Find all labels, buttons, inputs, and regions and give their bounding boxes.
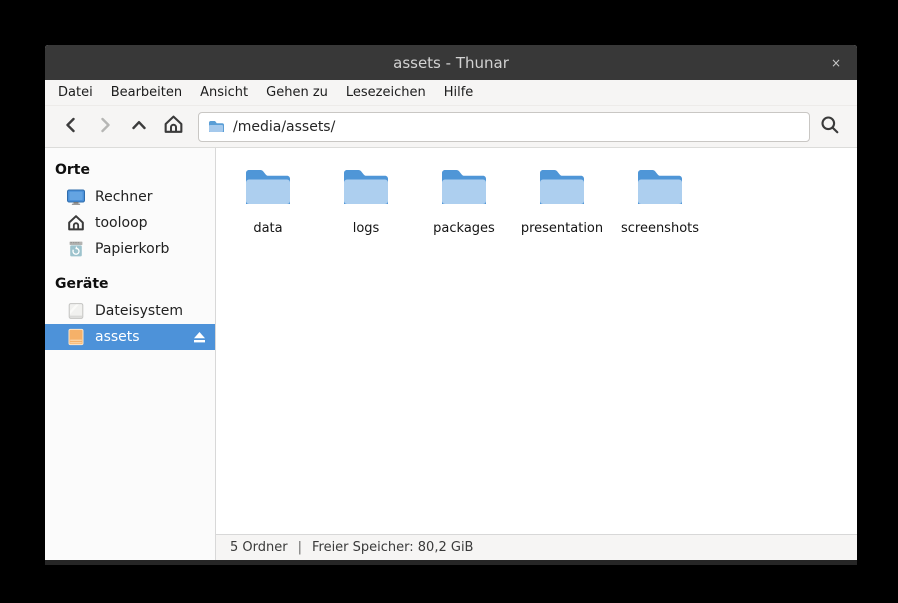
sidebar-item-rechner[interactable]: Rechner [45, 184, 215, 210]
path-bar[interactable]: /media/assets/ [198, 112, 810, 142]
folder-label: presentation [521, 221, 603, 236]
sidebar-item-label: assets [95, 329, 140, 345]
status-free-space: Freier Speicher: 80,2 GiB [312, 540, 473, 555]
forward-button[interactable] [88, 111, 122, 143]
sidebar-item-label: Rechner [95, 189, 153, 205]
menu-gehen-zu[interactable]: Gehen zu [257, 81, 337, 104]
status-bar: 5 Ordner | Freier Speicher: 80,2 GiB [216, 534, 857, 560]
folder-item-logs[interactable]: logs [317, 163, 415, 236]
folder-small-icon [208, 119, 224, 134]
window-body: Orte Rechner [45, 148, 857, 560]
status-folder-count: 5 Ordner [230, 540, 288, 555]
home-icon [66, 213, 86, 233]
menu-ansicht[interactable]: Ansicht [191, 81, 257, 104]
folder-item-packages[interactable]: packages [415, 163, 513, 236]
folder-label: packages [433, 221, 495, 236]
up-icon [129, 115, 149, 139]
menu-lesezeichen[interactable]: Lesezeichen [337, 81, 435, 104]
file-view[interactable]: data logs [216, 148, 857, 534]
path-text[interactable]: /media/assets/ [233, 119, 335, 135]
home-button[interactable] [156, 111, 190, 143]
window-title: assets - Thunar [393, 54, 509, 72]
folder-label: screenshots [621, 221, 699, 236]
home-icon [162, 113, 185, 140]
up-button[interactable] [122, 111, 156, 143]
sidebar-item-papierkorb[interactable]: Papierkorb [45, 236, 215, 262]
folder-icon [341, 165, 391, 211]
close-icon[interactable]: × [825, 45, 847, 80]
sidebar-item-label: Dateisystem [95, 303, 183, 319]
toolbar: /media/assets/ [45, 106, 857, 148]
menu-bearbeiten[interactable]: Bearbeiten [102, 81, 191, 104]
sidebar-section-geraete: Geräte [45, 269, 215, 298]
sidebar-section-orte: Orte [45, 155, 215, 184]
back-icon [61, 115, 81, 139]
computer-icon [66, 187, 86, 207]
folder-label: logs [353, 221, 380, 236]
trash-icon [66, 239, 86, 259]
folder-icon [635, 165, 685, 211]
menu-bar: Datei Bearbeiten Ansicht Gehen zu Leseze… [45, 80, 857, 106]
menu-datei[interactable]: Datei [49, 81, 102, 104]
status-separator: | [298, 540, 302, 555]
harddisk-icon [66, 301, 86, 321]
sidebar-item-tooloop[interactable]: tooloop [45, 210, 215, 236]
folder-icon [537, 165, 587, 211]
orange-drive-icon [66, 327, 86, 347]
menu-hilfe[interactable]: Hilfe [435, 81, 483, 104]
main-column: data logs [215, 148, 857, 560]
forward-icon [95, 115, 115, 139]
desktop-background: assets - Thunar × Datei Bearbeiten Ansic… [0, 0, 898, 603]
sidebar-item-assets[interactable]: assets [45, 324, 215, 350]
folder-item-screenshots[interactable]: screenshots [611, 163, 709, 236]
search-icon [819, 114, 841, 140]
search-button[interactable] [812, 111, 848, 143]
eject-icon[interactable] [192, 331, 207, 344]
sidebar: Orte Rechner [45, 148, 215, 560]
folder-icon [243, 165, 293, 211]
sidebar-item-dateisystem[interactable]: Dateisystem [45, 298, 215, 324]
title-bar[interactable]: assets - Thunar × [45, 45, 857, 80]
folder-label: data [253, 221, 282, 236]
sidebar-item-label: tooloop [95, 215, 148, 231]
back-button[interactable] [54, 111, 88, 143]
folder-item-data[interactable]: data [219, 163, 317, 236]
thunar-window: assets - Thunar × Datei Bearbeiten Ansic… [45, 45, 857, 565]
folder-icon [439, 165, 489, 211]
folder-item-presentation[interactable]: presentation [513, 163, 611, 236]
sidebar-item-label: Papierkorb [95, 241, 169, 257]
